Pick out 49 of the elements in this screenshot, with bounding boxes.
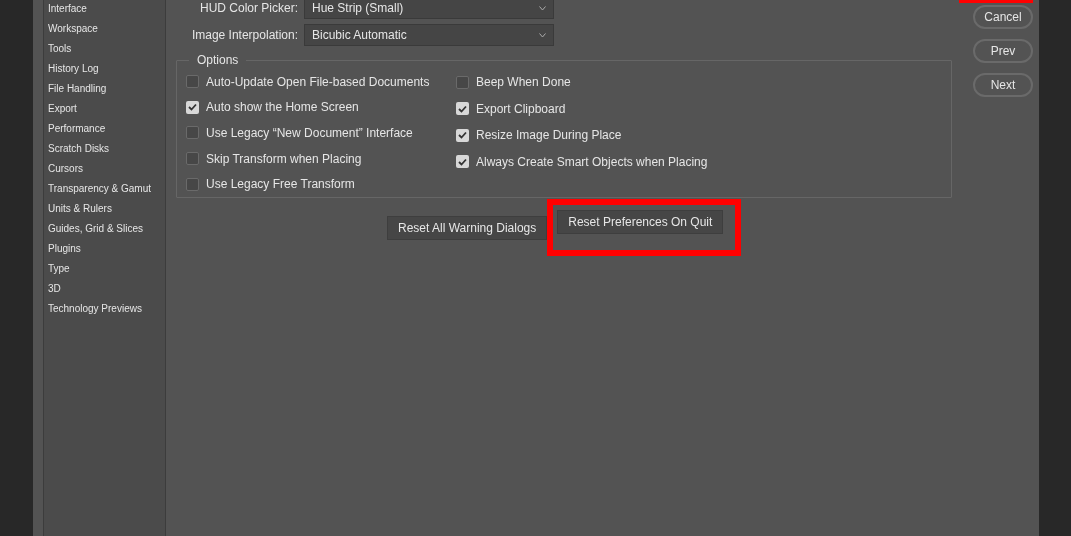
checkbox-label: Auto show the Home Screen <box>206 99 359 117</box>
checkmark-icon <box>458 131 467 140</box>
checkbox-label: Skip Transform when Placing <box>206 150 362 168</box>
dropdown[interactable]: Hue Strip (Small) <box>304 0 554 19</box>
sidebar-item[interactable]: Technology Previews <box>44 300 165 320</box>
chevron-down-icon <box>539 5 546 11</box>
checkbox-label: Always Create Smart Objects when Placing <box>476 153 708 171</box>
checkmark-icon <box>188 103 197 112</box>
checkbox[interactable] <box>186 177 199 191</box>
checkbox[interactable] <box>456 128 469 142</box>
sidebar-item[interactable]: Performance <box>44 120 165 140</box>
sidebar-item[interactable]: Interface <box>44 0 165 20</box>
sidebar-item[interactable]: Tools <box>44 40 165 60</box>
sidebar-item[interactable]: Scratch Disks <box>44 140 165 160</box>
sidebar-item[interactable]: Workspace <box>44 20 165 40</box>
checkbox-label: Resize Image During Place <box>476 127 622 145</box>
sidebar-item[interactable]: Cursors <box>44 160 165 180</box>
reset-button[interactable]: Reset All Warning Dialogs <box>387 216 548 240</box>
dropdown[interactable]: Bicubic Automatic <box>304 24 554 46</box>
checkbox-label: Use Legacy “New Document” Interface <box>206 125 413 142</box>
sidebar-item[interactable]: File Handling <box>44 80 165 100</box>
sidebar-item[interactable]: History Log <box>44 60 165 80</box>
sidebar-item[interactable]: Units & Rulers <box>44 200 165 220</box>
checkbox[interactable] <box>186 100 199 114</box>
chevron-down-icon <box>539 32 546 38</box>
checkbox-label: Auto-Update Open File-based Documents <box>206 73 430 91</box>
checkbox[interactable] <box>456 75 469 89</box>
checkbox-label: Use Legacy Free Transform <box>206 176 355 194</box>
checkbox[interactable] <box>456 155 469 169</box>
checkmark-icon <box>458 104 467 113</box>
checkbox-label: Export Clipboard <box>476 100 566 118</box>
checkbox[interactable] <box>186 75 199 89</box>
checkbox[interactable] <box>456 102 469 116</box>
sidebar-item[interactable]: Guides, Grid & Slices <box>44 220 165 240</box>
dialog-button[interactable]: Prev <box>973 39 1033 63</box>
sidebar-item[interactable]: Plugins <box>44 240 165 260</box>
sidebar-item[interactable]: 3D <box>44 280 165 300</box>
field-label: Image Interpolation: <box>190 27 298 44</box>
dialog-button[interactable]: Next <box>973 73 1033 97</box>
dialog-button[interactable]: Cancel <box>973 5 1033 29</box>
sidebar-item[interactable]: Type <box>44 260 165 280</box>
checkmark-icon <box>458 157 467 166</box>
sidebar-item[interactable]: Transparency & Gamut <box>44 180 165 200</box>
reset-button[interactable]: Reset Preferences On Quit <box>557 210 724 234</box>
checkbox[interactable] <box>186 126 199 140</box>
field-label: HUD Color Picker: <box>199 0 298 17</box>
checkbox[interactable] <box>186 152 199 166</box>
checkbox-label: Beep When Done <box>476 74 571 92</box>
sidebar-item[interactable]: Export <box>44 100 165 120</box>
